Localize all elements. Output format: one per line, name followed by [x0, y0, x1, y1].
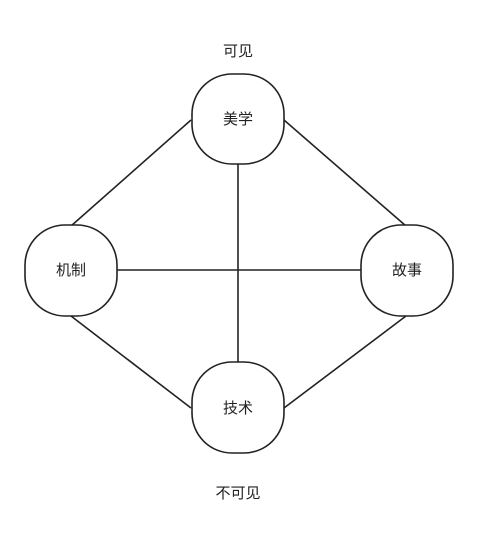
bottom-caption: 不可见	[215, 484, 260, 502]
node-technology: 技术	[191, 361, 285, 454]
node-mechanics: 机制	[24, 224, 118, 317]
edge-aesthetics-story	[283, 119, 407, 227]
edge-story-technology	[283, 315, 407, 409]
tetrad-diagram: 美学 机制 故事 技术 可见 不可见	[24, 42, 454, 502]
node-story-label: 故事	[392, 261, 422, 279]
node-technology-label: 技术	[223, 399, 253, 417]
node-aesthetics: 美学	[191, 73, 285, 165]
node-aesthetics-label: 美学	[223, 110, 253, 128]
edge-mechanics-technology	[70, 315, 192, 409]
node-story: 故事	[360, 224, 454, 317]
edge-aesthetics-mechanics	[70, 119, 192, 227]
node-mechanics-label: 机制	[56, 261, 86, 279]
top-caption: 可见	[223, 42, 253, 60]
